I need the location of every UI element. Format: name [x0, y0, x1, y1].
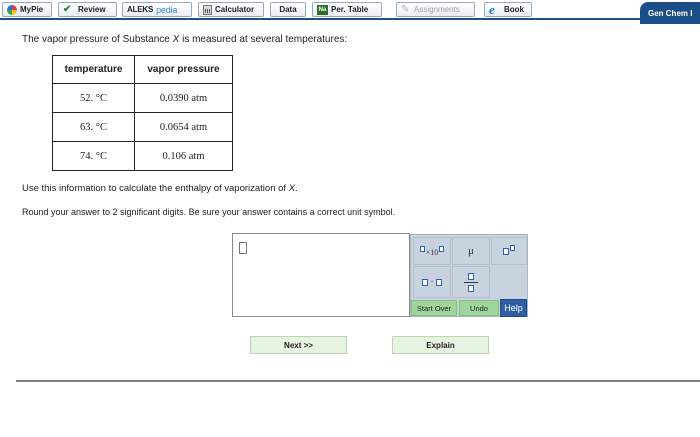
assignments-button[interactable]: ✎ Assignments: [396, 2, 475, 17]
superscript-button[interactable]: [491, 237, 527, 265]
fraction-button[interactable]: [452, 266, 490, 298]
table-row: 74. °C 0.106 atm: [52, 141, 233, 171]
periodic-table-icon: Na: [317, 4, 328, 15]
micro-button[interactable]: μ: [452, 237, 490, 265]
answer-input[interactable]: [232, 233, 410, 317]
periodic-table-label: Per. Table: [331, 5, 369, 14]
pressure-cell: 0.0654 atm: [134, 112, 233, 142]
calculator-button[interactable]: Calculator: [198, 2, 264, 17]
aleks-pedia-button[interactable]: ALEKS pedia: [122, 2, 192, 17]
calculator-icon: [203, 4, 212, 15]
data-button[interactable]: Data: [270, 2, 306, 17]
vapor-pressure-table: temperature vapor pressure 52. °C 0.0390…: [52, 55, 233, 171]
left-operand-box-icon: [422, 278, 429, 286]
temperature-cell: 63. °C: [52, 112, 135, 142]
review-button[interactable]: ✔ Review: [58, 2, 117, 17]
assignments-label: Assignments: [414, 5, 460, 14]
instruction-text-end: .: [295, 183, 298, 194]
table-header-row: temperature vapor pressure: [52, 55, 233, 84]
ebook-icon: e: [489, 1, 495, 17]
input-placeholder-box[interactable]: [239, 242, 247, 254]
pencil-icon: ✎: [401, 3, 410, 15]
instruction-text: Use this information to calculate the en…: [22, 183, 289, 194]
column-header-vapor-pressure: vapor pressure: [134, 55, 233, 84]
ebook-label: Book: [504, 5, 524, 14]
mypie-label: MyPie: [20, 5, 44, 14]
temperature-cell: 52. °C: [52, 83, 135, 113]
micro-symbol: μ: [468, 245, 474, 257]
numerator-box-icon: [468, 272, 474, 280]
review-label: Review: [78, 5, 106, 14]
base-box-icon: [419, 245, 425, 252]
aleks-logo-text: ALEKS: [127, 5, 154, 14]
toolbar-divider: [0, 18, 640, 20]
denominator-box-icon: [468, 284, 474, 292]
multiply-dot-button[interactable]: ·: [413, 266, 451, 298]
mypie-button[interactable]: MyPie: [2, 2, 52, 17]
mypie-icon: [7, 4, 17, 15]
rounding-instruction: Round your answer to 2 significant digit…: [22, 207, 396, 217]
table-row: 52. °C 0.0390 atm: [52, 83, 233, 113]
course-tab[interactable]: Gen Chem I: [640, 2, 700, 24]
explain-button[interactable]: Explain: [392, 336, 489, 354]
aleks-pedia-suffix: pedia: [156, 4, 178, 15]
exponent-box-icon: [439, 245, 445, 252]
question-intro-text: The vapor pressure of Substance: [22, 34, 173, 45]
periodic-table-button[interactable]: Na Per. Table: [312, 2, 382, 17]
column-header-temperature: temperature: [52, 55, 135, 84]
calculator-label: Calculator: [215, 5, 255, 14]
bottom-divider: [16, 380, 700, 382]
checkmark-icon: ✔: [63, 3, 72, 15]
table-row: 63. °C 0.0654 atm: [52, 112, 233, 142]
pressure-cell: 0.0390 atm: [134, 83, 233, 113]
base-box-icon: [503, 247, 509, 255]
exponent-box-icon: [510, 244, 515, 251]
temperature-cell: 74. °C: [52, 141, 135, 171]
times-ten-text: ×10: [425, 247, 439, 257]
data-label: Data: [279, 5, 297, 14]
ebook-button[interactable]: e Book: [484, 2, 532, 17]
course-tab-label: Gen Chem I: [648, 8, 693, 18]
dot-operator: ·: [430, 276, 434, 288]
undo-button[interactable]: Undo: [459, 300, 499, 316]
scientific-notation-button[interactable]: ×10: [413, 237, 451, 265]
start-over-button[interactable]: Start Over: [411, 300, 457, 316]
question-intro-text-end: is measured at several temperatures:: [179, 34, 348, 45]
next-button[interactable]: Next >>: [250, 336, 347, 354]
help-button[interactable]: Help: [500, 299, 527, 317]
question-intro: The vapor pressure of Substance X is mea…: [22, 34, 347, 45]
right-operand-box-icon: [435, 278, 442, 286]
pressure-cell: 0.106 atm: [134, 141, 233, 171]
top-toolbar: MyPie ✔ Review ALEKS pedia Calculator Dat…: [0, 0, 700, 24]
question-instruction: Use this information to calculate the en…: [22, 183, 298, 194]
